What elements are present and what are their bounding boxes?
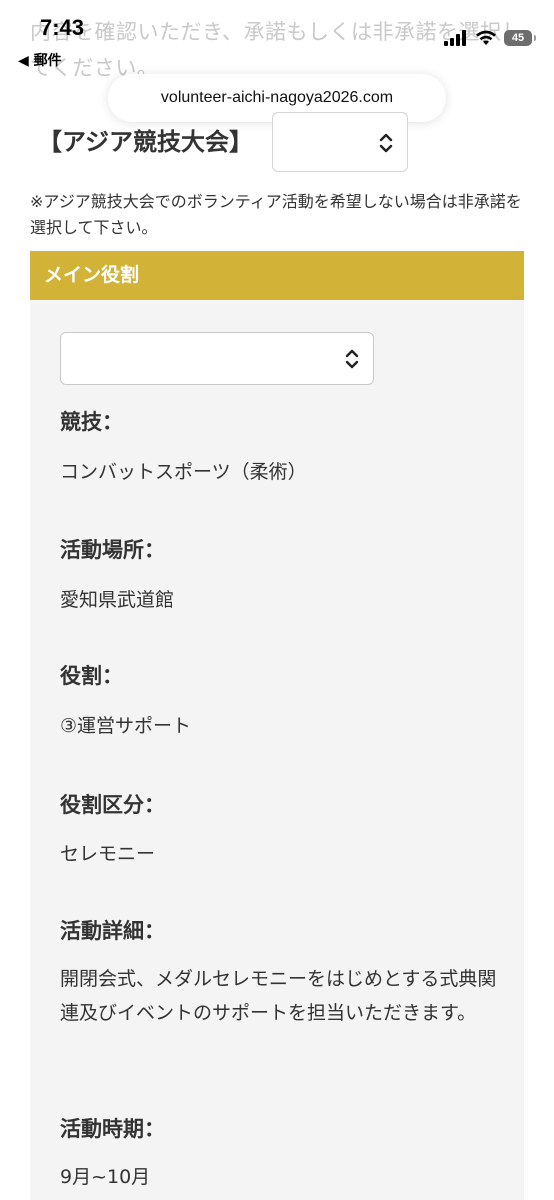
- status-bar: 7:43 ◀ 郵件 45: [0, 0, 554, 69]
- sport-value: コンバットスポーツ（柔術）: [60, 461, 307, 483]
- venue-label: 活動場所：: [60, 538, 165, 562]
- select-chevron-icon: [379, 133, 393, 153]
- role-label: 役割：: [60, 664, 123, 688]
- status-icons: 45: [444, 30, 536, 46]
- clock: 7:43: [40, 15, 85, 40]
- role-category-value: セレモニー: [60, 843, 156, 865]
- asian-games-label: 【アジア競技大会】: [38, 128, 254, 156]
- main-role-select[interactable]: [60, 332, 374, 385]
- activity-details-value: 開閉会式、メダルセレモニーをはじめとする式典関連及びイベントのサポートを担当いた…: [60, 968, 497, 1024]
- activity-period-label: 活動時期：: [60, 1117, 165, 1141]
- wifi-icon: [476, 30, 496, 45]
- venue-value: 愛知県武道館: [60, 589, 175, 611]
- cellular-signal-icon: [444, 30, 466, 46]
- role-value: ③運営サポート: [60, 715, 192, 737]
- battery-icon: 45: [504, 30, 536, 46]
- asian-games-consent-select[interactable]: [272, 112, 408, 172]
- activity-details-label: 活動詳細：: [60, 919, 165, 943]
- main-role-header: メイン役割: [30, 251, 524, 300]
- role-category-label: 役割区分：: [60, 793, 165, 817]
- main-role-panel: 競技： コンバットスポーツ（柔術） 活動場所： 愛知県武道館 役割： ③運営サポ…: [30, 300, 524, 1200]
- back-to-mail-link[interactable]: ◀ 郵件: [18, 50, 62, 70]
- asian-games-row: 【アジア競技大会】: [30, 112, 530, 174]
- select-chevron-icon: [345, 349, 359, 369]
- asian-games-note: ※アジア競技大会でのボランティア活動を希望しない場合は非承諾を選択して下さい。: [30, 192, 522, 237]
- activity-period-value: 9月~10月: [60, 1166, 151, 1188]
- sport-label: 競技：: [60, 410, 123, 434]
